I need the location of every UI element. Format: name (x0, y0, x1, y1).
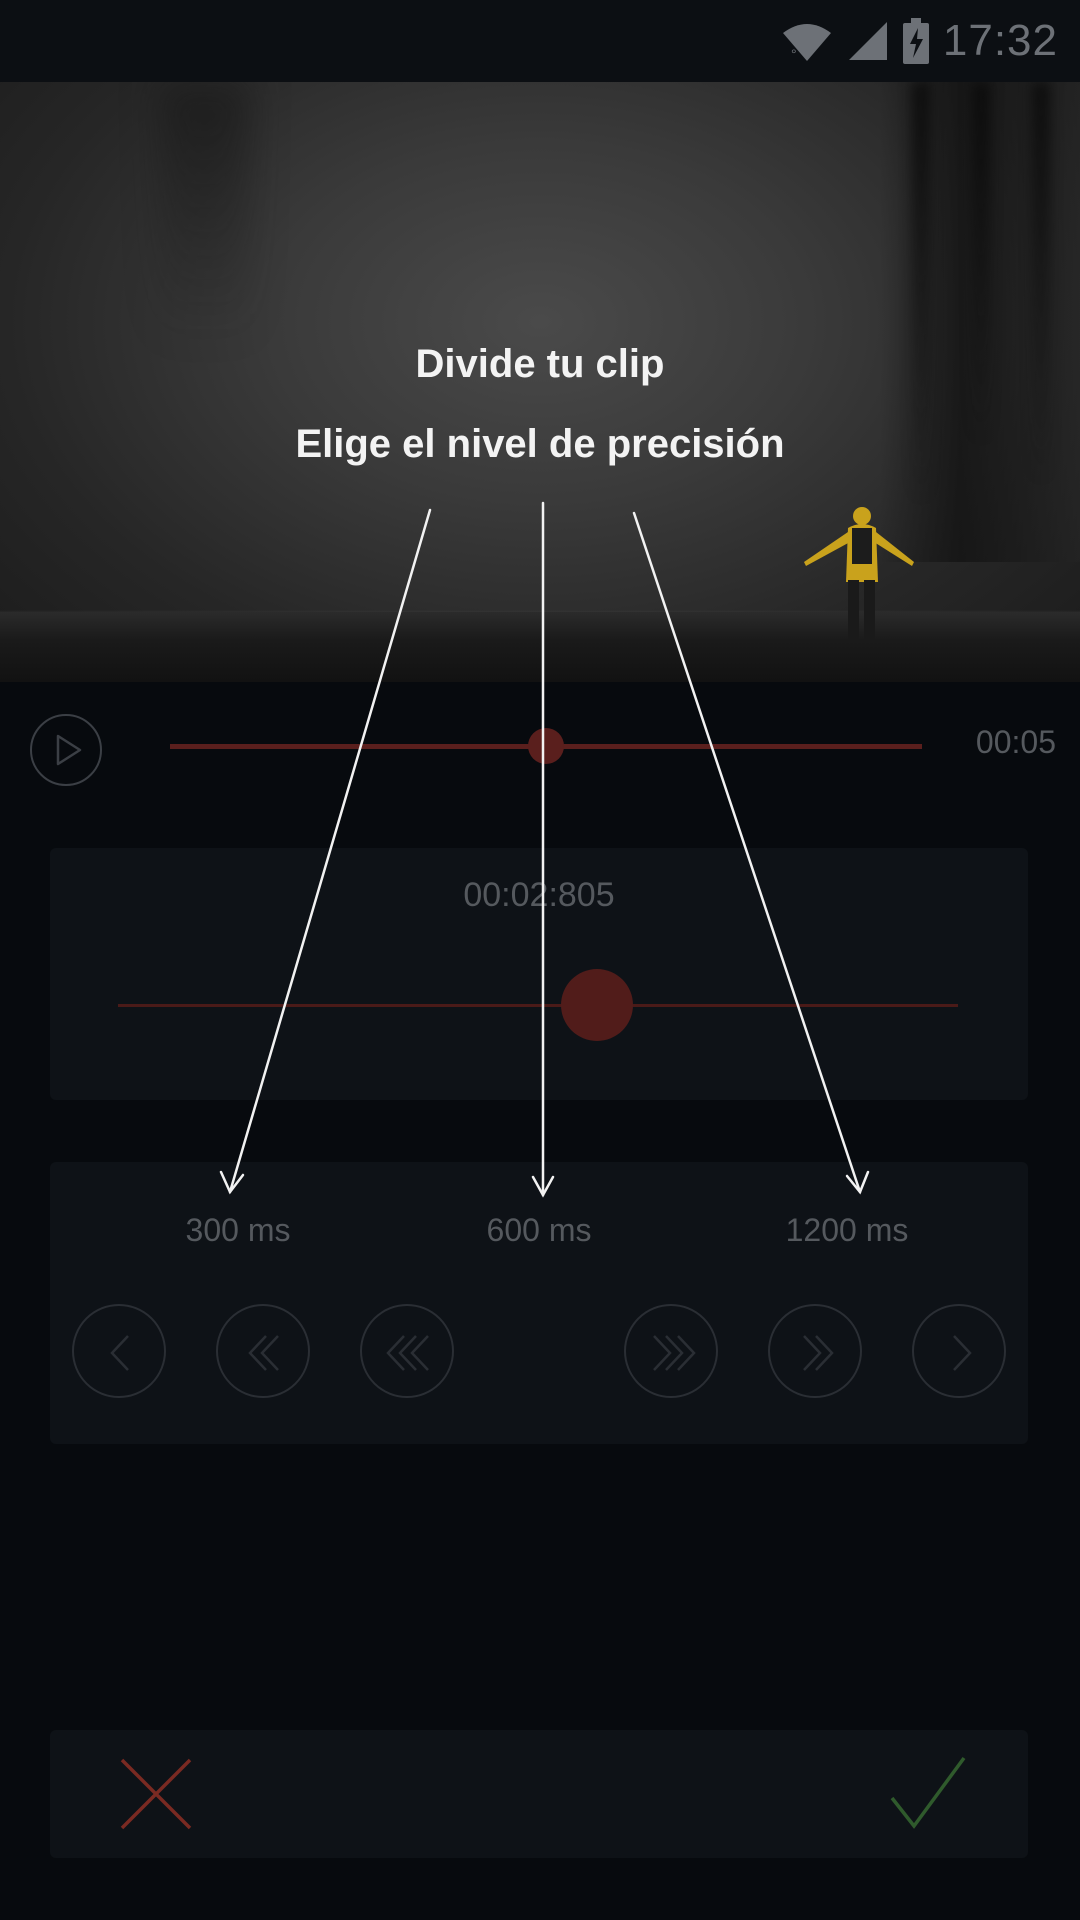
tutorial-title: Divide tu clip (415, 342, 665, 386)
waterfall-streak (972, 82, 990, 442)
status-time: 17:32 (942, 16, 1058, 65)
double-chevron-left-icon (248, 1335, 279, 1371)
close-icon (120, 1758, 192, 1830)
cancel-button[interactable] (116, 1754, 196, 1834)
precision-thumb[interactable] (560, 969, 633, 1041)
person-figure (798, 502, 918, 667)
precision-panel: 00:02:805 (50, 848, 1028, 1100)
timeline-slider[interactable] (170, 728, 922, 764)
step-forward-600-button[interactable] (768, 1304, 862, 1398)
current-position-label: 00:02:805 (463, 876, 615, 914)
battery-charging-icon (902, 18, 929, 64)
status-bar: ° 17:32 (0, 0, 1080, 82)
step-back-600-button[interactable] (216, 1304, 310, 1398)
double-chevron-right-icon (803, 1335, 834, 1371)
play-icon (56, 734, 82, 766)
wifi-icon: ° (781, 19, 833, 63)
triple-chevron-left-icon (386, 1335, 429, 1371)
step-controls-panel: 300 ms 600 ms 1200 ms (50, 1162, 1028, 1444)
confirm-button[interactable] (888, 1754, 968, 1834)
chevron-left-icon (110, 1335, 129, 1371)
step-forward-1200-button[interactable] (624, 1304, 718, 1398)
rocky-ground (0, 612, 1080, 682)
step-back-1200-button[interactable] (360, 1304, 454, 1398)
player-row: 00:05 (0, 700, 1080, 790)
cell-signal-icon (847, 20, 889, 62)
waterfall-mist (160, 82, 250, 342)
tutorial-subtitle: Elige el nivel de precisión (295, 422, 785, 466)
step-level-300: 300 ms (185, 1212, 291, 1248)
check-icon (890, 1756, 966, 1829)
action-bar (50, 1730, 1028, 1858)
step-level-1200: 1200 ms (785, 1212, 909, 1248)
svg-text:°: ° (791, 46, 797, 62)
triple-chevron-right-icon (653, 1335, 696, 1371)
step-back-300-button[interactable] (72, 1304, 166, 1398)
precision-slider[interactable] (118, 969, 958, 1041)
duration-label: 00:05 (975, 724, 1056, 760)
timeline-thumb[interactable] (528, 728, 564, 764)
play-button[interactable] (30, 714, 102, 786)
status-icons: ° 17:32 (781, 0, 1058, 82)
step-forward-300-button[interactable] (912, 1304, 1006, 1398)
chevron-right-icon (953, 1335, 972, 1371)
step-level-600: 600 ms (486, 1212, 592, 1248)
